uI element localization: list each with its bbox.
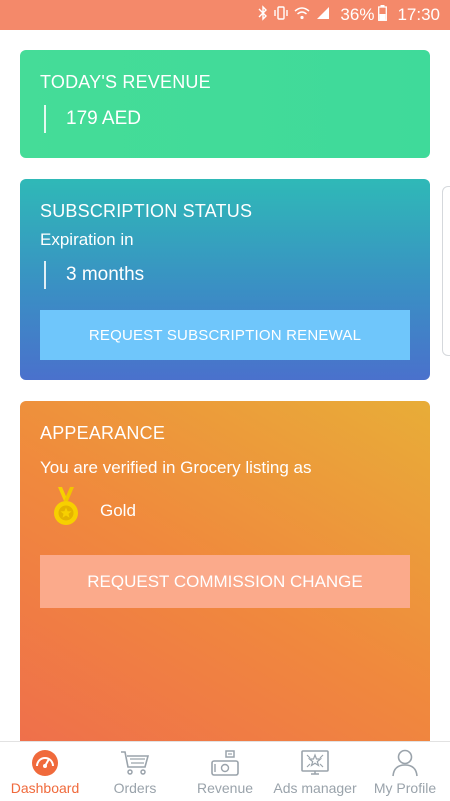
nav-label: Revenue [196, 780, 254, 796]
expiration-value: 3 months [66, 264, 145, 285]
gold-medal-icon [52, 487, 80, 534]
vibrate-icon [274, 5, 289, 26]
dashboard-icon [31, 748, 59, 778]
appearance-card: APPEARANCE You are verified in Grocery l… [20, 401, 430, 761]
clock: 17:30 [397, 5, 440, 24]
nav-item-my-profile[interactable]: My Profile [360, 742, 450, 801]
status-bar: 36% 17:30 [0, 0, 450, 30]
subscription-status-card: SUBSCRIPTION STATUS Expiration in 3 mont… [20, 179, 430, 380]
battery-icon [378, 4, 388, 26]
value-divider [44, 105, 46, 133]
profile-icon [392, 748, 418, 778]
verification-text: You are verified in Grocery listing as [40, 458, 312, 477]
appearance-title: APPEARANCE [40, 423, 166, 443]
battery-percent: 36% [340, 5, 375, 24]
nav-label: Dashboard [10, 780, 80, 796]
cart-icon [120, 748, 150, 778]
nav-item-orders[interactable]: Orders [90, 742, 180, 801]
status-icons [258, 4, 330, 26]
nav-item-ads-manager[interactable]: Ads manager [270, 742, 360, 801]
nav-item-dashboard[interactable]: Dashboard [0, 742, 90, 801]
wifi-icon [294, 5, 310, 25]
nav-label: Orders [113, 780, 157, 796]
subscription-title: SUBSCRIPTION STATUS [40, 201, 253, 221]
ads-icon [301, 748, 329, 778]
nav-item-revenue[interactable]: Revenue [180, 742, 270, 801]
expiration-value-row: 3 months [44, 261, 144, 289]
nav-label: My Profile [373, 780, 437, 796]
tier-label: Gold [100, 500, 136, 520]
signal-icon [316, 5, 330, 25]
bottom-navigation: Dashboard Orders Revenue Ads manager My … [0, 741, 450, 801]
expiration-label: Expiration in [40, 230, 134, 249]
nav-label: Ads manager [273, 780, 357, 796]
revenue-icon [210, 748, 240, 778]
request-subscription-renewal-button[interactable]: REQUEST SUBSCRIPTION RENEWAL [40, 310, 410, 360]
revenue-value-row: 179 AED [44, 105, 141, 133]
todays-revenue-card: TODAY'S REVENUE 179 AED [20, 50, 430, 158]
bluetooth-icon [258, 4, 268, 26]
request-commission-change-button[interactable]: REQUEST COMMISSION CHANGE [40, 555, 410, 608]
value-divider [44, 261, 46, 289]
next-card-peek[interactable] [442, 186, 450, 356]
revenue-title: TODAY'S REVENUE [40, 72, 211, 92]
tier-row: Gold [52, 487, 136, 534]
revenue-value: 179 AED [66, 108, 141, 129]
